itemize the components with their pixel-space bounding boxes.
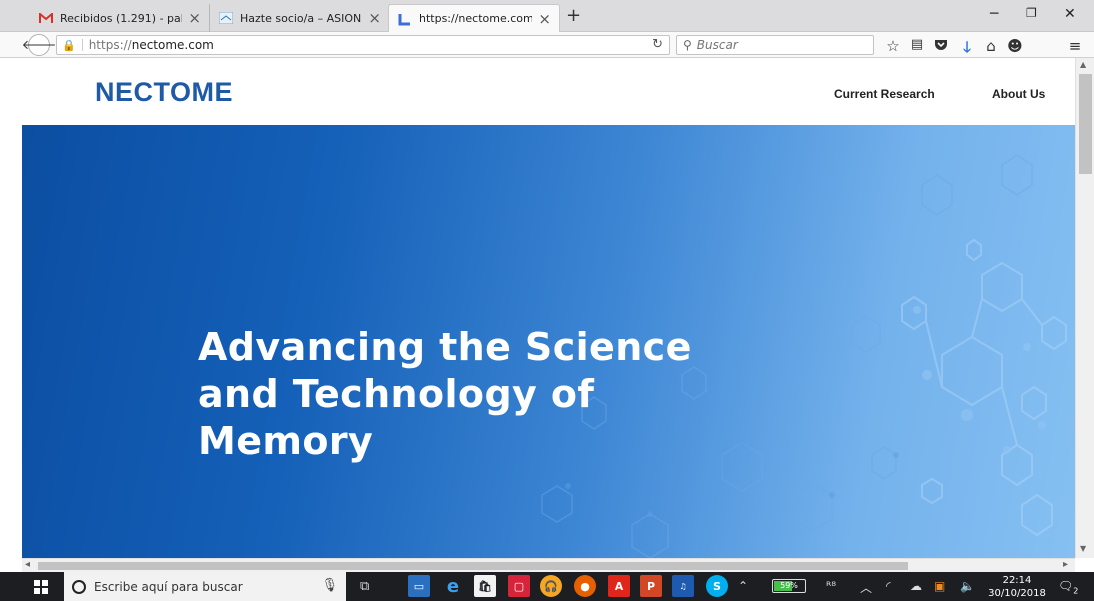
notification-count: 2 [1073, 586, 1079, 596]
taskbar-search[interactable]: Escribe aquí para buscar 🎙 [64, 572, 346, 601]
show-hidden-icons[interactable]: ⌃ [738, 579, 748, 593]
library-icon[interactable]: ▤ [908, 37, 926, 52]
music-app-icon[interactable]: ♫ [672, 575, 694, 597]
cortana-icon [72, 579, 86, 594]
lock-icon: 🔒 [62, 38, 76, 52]
search-icon: ⚲ [683, 38, 692, 52]
bookmark-star-icon[interactable]: ☆ [884, 37, 902, 55]
hero-banner: Advancing the Science and Technology of … [22, 125, 1075, 558]
vertical-scrollbar[interactable]: ▲ ▼ [1075, 58, 1094, 558]
addon-icon[interactable]: ☻ [1006, 37, 1024, 55]
reload-icon[interactable]: ↻ [652, 37, 663, 52]
chevron-up-icon[interactable]: ︿ [860, 579, 872, 596]
nav-current-research[interactable]: Current Research [834, 87, 935, 101]
headphones-app-icon[interactable]: 🎧 [540, 575, 562, 597]
windows-taskbar: Escribe aquí para buscar 🎙 ⧉ ▭ e 🛍 ▢ 🎧 ●… [0, 572, 1094, 601]
back-button[interactable]: 🡐 [22, 34, 56, 56]
tab-gmail[interactable]: Recibidos (1.291) - pablo.... × [30, 4, 210, 32]
site-logo[interactable]: NECTOME [95, 77, 233, 108]
scroll-up-icon[interactable]: ▲ [1080, 60, 1086, 69]
battery-percent: 59% [780, 581, 798, 590]
web-page: NECTOME Current Research About Us Advanc… [22, 58, 1075, 558]
windows-start-icon[interactable] [34, 579, 48, 598]
url-text: https://nectome.com [89, 38, 214, 52]
scroll-left-icon[interactable]: ◂ [25, 559, 30, 570]
microphone-icon[interactable]: 🎙 [321, 578, 338, 593]
gmail-icon [38, 11, 54, 25]
close-window-icon[interactable]: ✕ [1064, 6, 1076, 22]
clock-date: 30/10/2018 [988, 588, 1046, 599]
restore-icon[interactable]: ❐ [1026, 6, 1037, 20]
browser-toolbar: 🡐 🔒 https://nectome.com ↻ ⚲ ☆ ▤ 🡓 ⌂ ☻ ≡ [0, 32, 1094, 58]
scrollbar-thumb[interactable] [1079, 74, 1092, 174]
url-bar[interactable]: 🔒 https://nectome.com ↻ [56, 35, 670, 55]
close-icon[interactable]: × [188, 9, 201, 27]
page-left-gutter [0, 58, 22, 572]
search-bar[interactable]: ⚲ [676, 35, 874, 55]
scroll-right-icon[interactable]: ▸ [1063, 559, 1068, 570]
system-clock[interactable]: 22:14 30/10/2018 [985, 574, 1049, 600]
scroll-down-icon[interactable]: ▼ [1080, 544, 1086, 553]
browser-tab-strip: Recibidos (1.291) - pablo.... × Hazte so… [0, 0, 1094, 32]
tab-asion[interactable]: Hazte socio/a – ASION – ... × [210, 4, 390, 32]
horizontal-scrollbar[interactable]: ◂ ▸ [22, 558, 1075, 572]
logo-text: NECTOME [95, 77, 234, 107]
people-icon[interactable]: ᴿ⁸ [826, 579, 836, 593]
hero-title: Advancing the Science and Technology of … [198, 325, 692, 463]
site-header: NECTOME Current Research About Us [22, 58, 1075, 125]
pocket-icon[interactable] [932, 37, 950, 55]
store-icon[interactable]: 🛍 [474, 575, 496, 597]
powerpoint-icon[interactable]: P [640, 575, 662, 597]
firefox-icon[interactable]: ● [574, 575, 596, 597]
close-icon[interactable]: × [538, 10, 551, 28]
url-prefix: https:// [88, 38, 132, 52]
tab-nectome[interactable]: https://nectome.com/ × [388, 4, 560, 32]
search-input[interactable] [696, 38, 857, 52]
url-separator [81, 39, 83, 51]
tab-label: Recibidos (1.291) - pablo.... [60, 11, 182, 25]
box-app-icon[interactable]: ▢ [508, 575, 530, 597]
edge-icon[interactable]: e [442, 575, 464, 597]
clock-time: 22:14 [1002, 575, 1032, 586]
volume-icon[interactable]: 🔈 [960, 579, 975, 593]
wifi-icon[interactable]: ◜ [886, 579, 891, 593]
tab-label: Hazte socio/a – ASION – ... [240, 11, 362, 25]
desktop-app-icon[interactable]: ▭ [408, 575, 430, 597]
scrollbar-thumb[interactable] [38, 562, 908, 570]
nectome-icon [397, 12, 413, 26]
arrow-left-icon: 🡐 [21, 38, 57, 53]
tab-label: https://nectome.com/ [419, 12, 533, 25]
menu-icon[interactable]: ≡ [1066, 37, 1084, 55]
adobe-icon[interactable]: A [608, 575, 630, 597]
asion-icon [218, 11, 234, 25]
notifications-icon[interactable]: 🗨2 [1058, 579, 1078, 595]
battery-indicator[interactable]: 59% [772, 579, 806, 593]
skype-icon[interactable]: S [706, 575, 728, 597]
onedrive-icon[interactable]: ☁ [910, 579, 922, 593]
new-tab-button[interactable]: + [566, 5, 581, 26]
taskbar-search-placeholder: Escribe aquí para buscar [94, 579, 243, 594]
task-view-icon[interactable]: ⧉ [360, 579, 369, 594]
minimize-icon[interactable]: ─ [990, 6, 998, 22]
close-icon[interactable]: × [368, 9, 381, 27]
nav-about-us[interactable]: About Us [992, 87, 1045, 101]
url-host: nectome.com [131, 38, 214, 52]
app-tray-icon[interactable]: ▣ [934, 579, 945, 593]
home-icon[interactable]: ⌂ [982, 37, 1000, 55]
